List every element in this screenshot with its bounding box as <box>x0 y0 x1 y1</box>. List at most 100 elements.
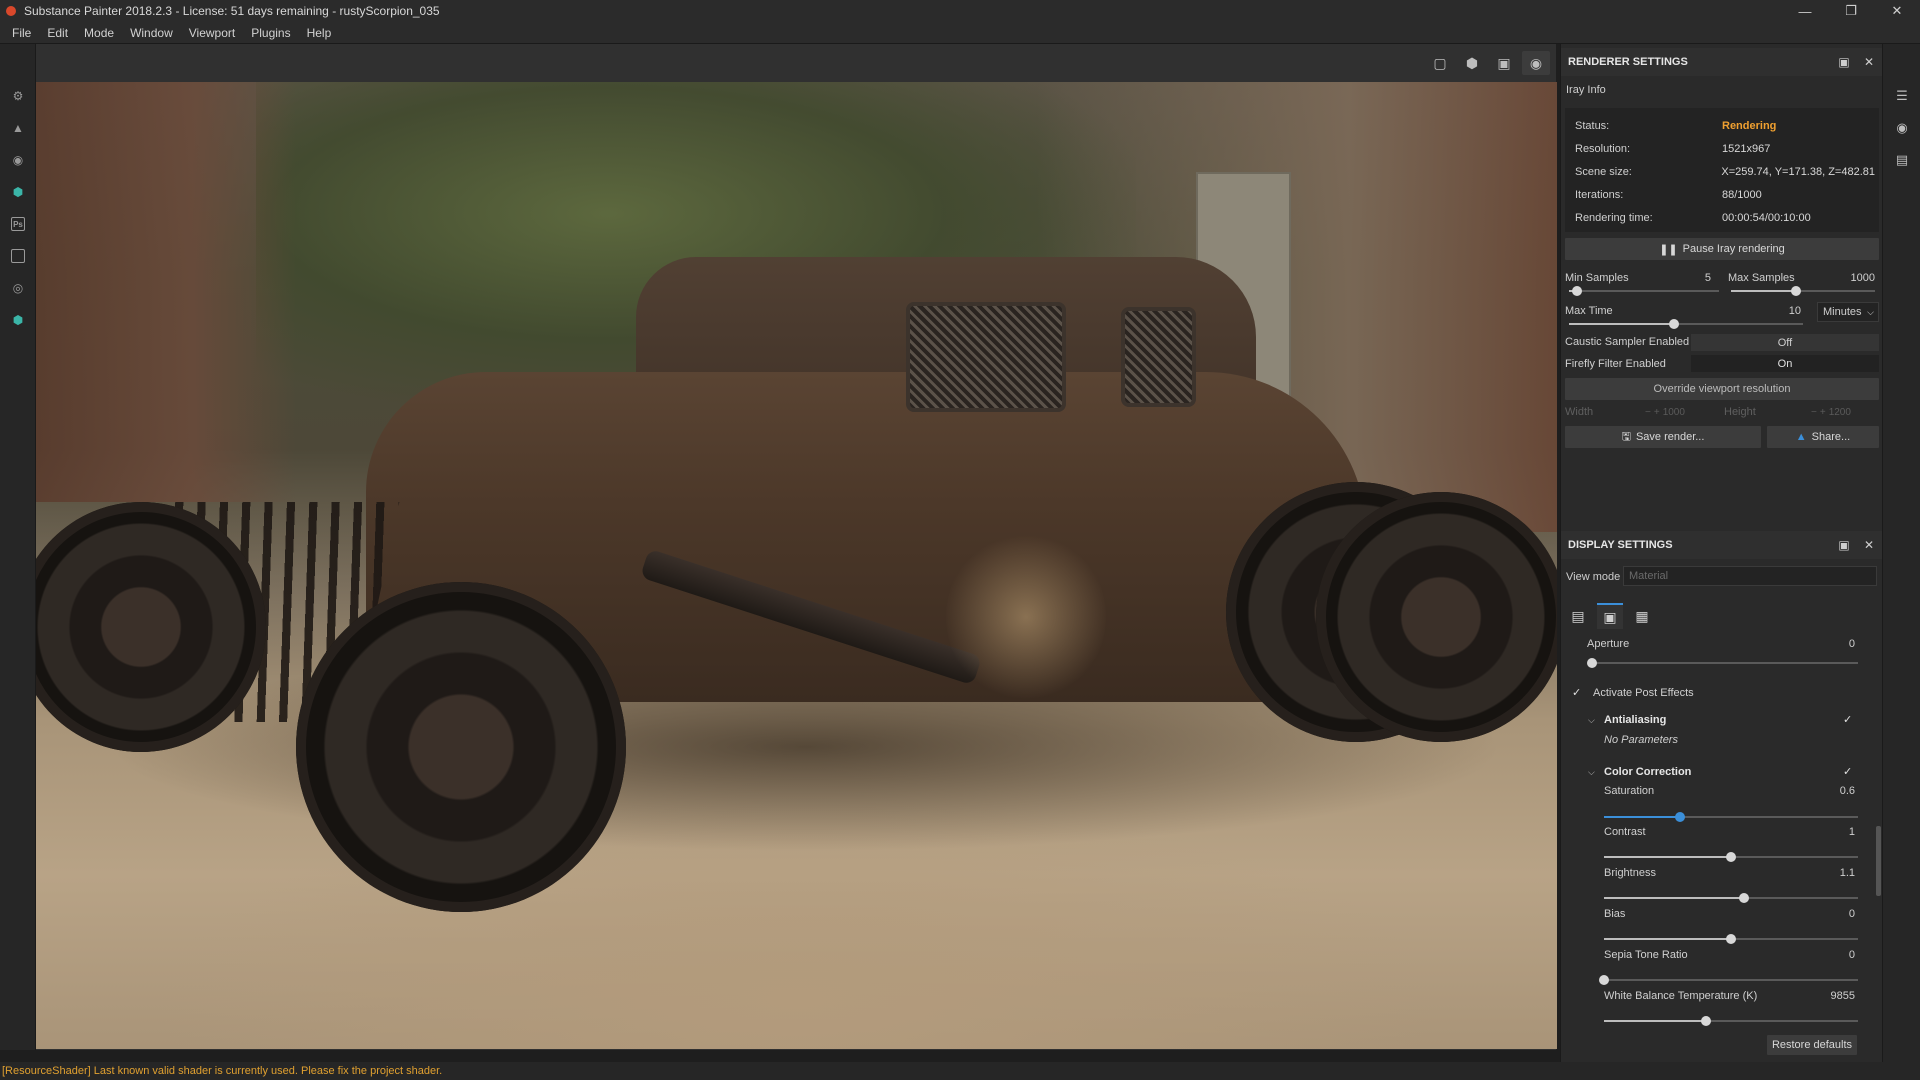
max-time-unit-dropdown[interactable]: Minutes ⌵ <box>1817 302 1879 322</box>
camera-icon[interactable]: ▣ <box>1597 603 1623 629</box>
scene-size-label: Scene size: <box>1575 166 1632 178</box>
close-panel-icon[interactable]: ✕ <box>1861 537 1877 553</box>
layers-icon[interactable]: ☰ <box>1894 88 1910 104</box>
brightness-slider[interactable] <box>1604 893 1858 903</box>
max-samples-fill <box>1731 290 1796 292</box>
bias-knob[interactable] <box>1726 934 1736 944</box>
restore-icon[interactable]: ❐ <box>1828 0 1874 22</box>
viewport[interactable]: ▢ ⬢ ▣ ◉ <box>36 44 1557 1050</box>
rear-right-wheel <box>1316 492 1557 742</box>
min-samples-value[interactable]: 5 <box>1661 272 1711 284</box>
status-label: Status: <box>1575 120 1610 132</box>
window-controls: — ❐ ✕ <box>1782 0 1920 22</box>
menu-help[interactable]: Help <box>299 26 340 40</box>
view-mode-dropdown[interactable]: Material <box>1623 566 1877 586</box>
texture-set-icon[interactable]: ◉ <box>1894 120 1910 136</box>
checkmark-icon[interactable]: ✓ <box>1572 686 1581 699</box>
max-time-value[interactable]: 10 <box>1761 305 1801 317</box>
brightness-value[interactable]: 1.1 <box>1791 867 1855 879</box>
info-row-status: Status: Rendering <box>1575 120 1875 134</box>
minus-icon: − <box>1645 406 1651 418</box>
iray-info-box: Status: Rendering Resolution: 1521x967 S… <box>1565 108 1879 232</box>
frame-icon[interactable]: ▢ <box>1426 51 1454 75</box>
menu-mode[interactable]: Mode <box>76 26 122 40</box>
cube-view-icon[interactable]: ⬢ <box>1458 51 1486 75</box>
render-time-value: 00:00:54/00:10:00 <box>1722 212 1811 224</box>
share-button[interactable]: ▲ Share... <box>1767 426 1879 448</box>
display-settings-scrollbar[interactable] <box>1876 826 1881 896</box>
aperture-slider[interactable] <box>1587 658 1858 668</box>
minus-icon: − <box>1811 406 1817 418</box>
menu-file[interactable]: File <box>4 26 39 40</box>
max-samples-knob[interactable] <box>1790 286 1801 296</box>
share-icon: ▲ <box>1795 431 1807 443</box>
close-panel-icon[interactable]: ✕ <box>1861 54 1877 70</box>
undock-icon[interactable]: ▣ <box>1836 537 1852 553</box>
minimize-icon[interactable]: — <box>1782 0 1828 22</box>
override-viewport-label: Override viewport resolution <box>1653 383 1791 395</box>
save-render-button[interactable]: 🖫 Save render... <box>1565 426 1761 448</box>
aperture-value[interactable]: 0 <box>1781 638 1855 650</box>
bias-value[interactable]: 0 <box>1791 908 1855 920</box>
brightness-label: Brightness <box>1604 867 1656 879</box>
screenshot-icon[interactable]: ◉ <box>1522 51 1550 75</box>
menu-edit[interactable]: Edit <box>39 26 76 40</box>
resolution-label: Resolution: <box>1575 143 1631 155</box>
saturation-value[interactable]: 0.6 <box>1791 785 1855 797</box>
menu-viewport[interactable]: Viewport <box>181 26 243 40</box>
bucket-icon[interactable]: ▲ <box>10 120 26 136</box>
gear-small-icon[interactable]: ◉ <box>10 152 26 168</box>
substance-share-icon[interactable]: ⬢ <box>10 184 26 200</box>
max-samples-value[interactable]: 1000 <box>1811 272 1875 284</box>
photoshop-icon[interactable]: Ps <box>10 216 26 232</box>
iray-render-image[interactable] <box>36 82 1557 1049</box>
display-settings-header: DISPLAY SETTINGS ▣ ✕ <box>1561 531 1883 559</box>
menu-plugins[interactable]: Plugins <box>243 26 298 40</box>
iterations-value: 88/1000 <box>1722 189 1762 201</box>
substance-source-icon[interactable]: ⬢ <box>10 312 26 328</box>
frame-icon[interactable]: ▦ <box>1629 603 1655 629</box>
min-samples-knob[interactable] <box>1571 286 1582 296</box>
chevron-down-icon[interactable]: ⌵ <box>1588 715 1595 726</box>
renderer-settings-header: RENDERER SETTINGS ▣ ✕ <box>1561 48 1883 76</box>
brightness-knob[interactable] <box>1738 893 1749 903</box>
view-mode-label: View mode <box>1566 571 1621 583</box>
undock-icon[interactable]: ▣ <box>1836 54 1852 70</box>
settings-icon[interactable]: ⚙ <box>10 88 26 104</box>
max-samples-slider[interactable] <box>1731 286 1875 296</box>
caustic-sampler-toggle[interactable]: Off <box>1691 334 1879 351</box>
antialiasing-label: Antialiasing <box>1604 714 1667 726</box>
globe-icon[interactable]: ◎ <box>10 280 26 296</box>
max-time-slider[interactable] <box>1569 319 1803 329</box>
saturation-knob[interactable] <box>1675 812 1686 822</box>
bias-slider[interactable] <box>1604 934 1858 944</box>
share-label: Share... <box>1811 431 1851 443</box>
contrast-slider[interactable] <box>1604 852 1858 862</box>
display-settings-title: DISPLAY SETTINGS <box>1568 539 1673 551</box>
firefly-filter-toggle[interactable]: On <box>1691 355 1879 372</box>
camera-icon[interactable]: ▣ <box>1490 51 1518 75</box>
view-mode-value: Material <box>1629 570 1669 582</box>
override-viewport-resolution-button[interactable]: Override viewport resolution <box>1565 378 1879 400</box>
front-right-wheel <box>296 582 626 912</box>
chevron-down-icon[interactable]: ⌵ <box>1588 767 1595 778</box>
close-icon[interactable]: ✕ <box>1874 0 1920 22</box>
properties-icon[interactable]: ▤ <box>1894 152 1910 168</box>
sepia-tone-value[interactable]: 0 <box>1791 949 1855 961</box>
saturation-slider[interactable] <box>1604 812 1858 822</box>
color-correction-check-icon[interactable]: ✓ <box>1843 765 1852 778</box>
contrast-value[interactable]: 1 <box>1791 826 1855 838</box>
menu-window[interactable]: Window <box>122 26 181 40</box>
document-icon[interactable] <box>10 248 26 264</box>
antialiasing-check-icon[interactable]: ✓ <box>1843 713 1852 726</box>
car-rear-window-grill <box>1121 307 1196 407</box>
image-icon[interactable]: ▤ <box>1565 603 1591 629</box>
aperture-knob[interactable] <box>1587 658 1597 668</box>
plus-icon: + <box>1653 406 1660 418</box>
pause-iray-button[interactable]: ❚❚ Pause Iray rendering <box>1565 238 1879 260</box>
info-row-scene-size: Scene size: X=259.74, Y=171.38, Z=482.81 <box>1575 166 1875 180</box>
max-time-knob[interactable] <box>1669 319 1680 329</box>
min-samples-slider[interactable] <box>1569 286 1719 296</box>
contrast-knob[interactable] <box>1726 852 1736 862</box>
document-glyph <box>11 249 25 263</box>
